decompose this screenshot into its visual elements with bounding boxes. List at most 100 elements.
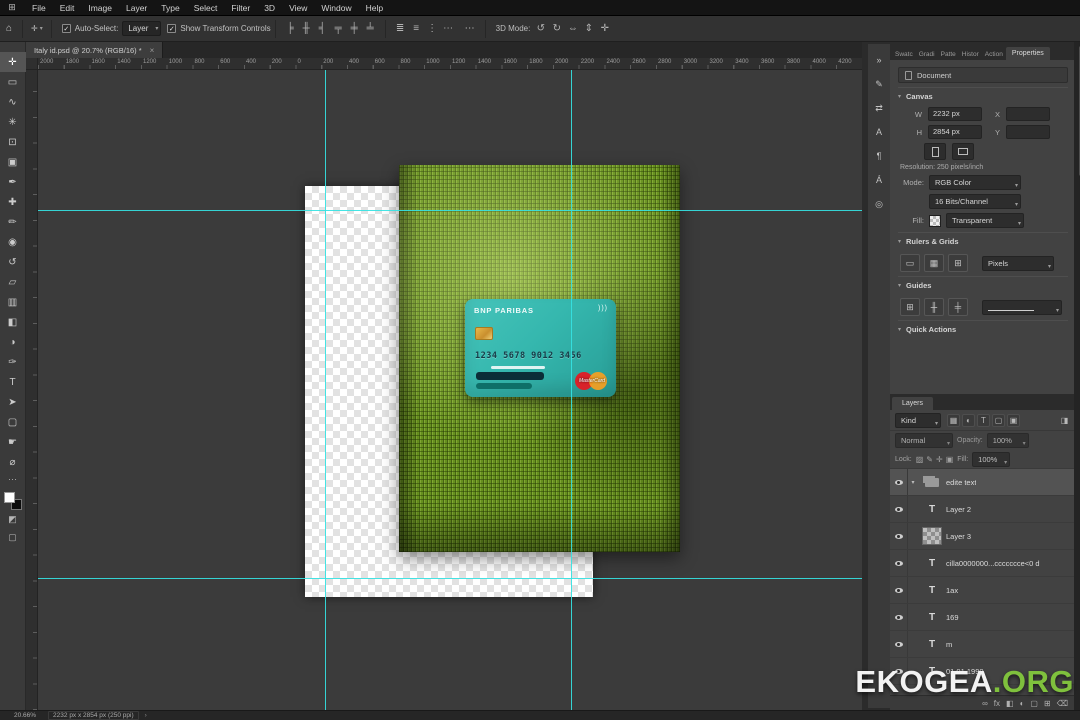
- x-field[interactable]: [1006, 107, 1050, 121]
- auto-select-dropdown[interactable]: Layer: [122, 21, 161, 36]
- frame-tool[interactable]: ▣: [0, 152, 26, 172]
- rectangle-tool[interactable]: ▢: [0, 412, 26, 432]
- opacity-dropdown[interactable]: 100%: [987, 433, 1029, 448]
- panel-tab[interactable]: Histor: [959, 49, 982, 60]
- guide-style-dropdown[interactable]: [982, 300, 1062, 315]
- filter-smart-objects-icon[interactable]: ▣: [1007, 414, 1020, 427]
- more-options-icon[interactable]: ⋯: [459, 23, 481, 34]
- align-bottom-icon[interactable]: ╧: [364, 23, 377, 34]
- layer-row[interactable]: cilla0000000...ccccccce<0 d: [890, 550, 1076, 577]
- landscape-orientation-button[interactable]: [952, 143, 974, 160]
- visibility-toggle[interactable]: [890, 577, 908, 603]
- filter-shape-layers-icon[interactable]: ▢: [992, 414, 1005, 427]
- guide-vertical-icon[interactable]: ╫: [924, 298, 944, 316]
- distribute-horizontal-icon[interactable]: ≡: [410, 23, 423, 34]
- vertical-guide[interactable]: [325, 70, 326, 710]
- tab-layers[interactable]: Layers: [892, 397, 933, 410]
- foreground-color-swatch[interactable]: [4, 492, 15, 503]
- distribute-spacing-h-icon[interactable]: ⋯: [442, 23, 455, 34]
- edit-toolbar-button[interactable]: ⋯: [0, 472, 26, 486]
- hand-tool[interactable]: ☛: [0, 432, 26, 452]
- panel-tab[interactable]: Action: [982, 49, 1006, 60]
- layer-row[interactable]: 169: [890, 604, 1076, 631]
- units-dropdown[interactable]: Pixels: [982, 256, 1054, 271]
- clone-source-icon[interactable]: ◎: [868, 194, 890, 214]
- menu-item[interactable]: File: [25, 0, 53, 16]
- align-left-icon[interactable]: ╞: [284, 23, 297, 34]
- panel-tab[interactable]: Swatc: [892, 49, 916, 60]
- visibility-toggle[interactable]: [890, 523, 908, 549]
- fill-dropdown[interactable]: Transparent: [946, 213, 1024, 228]
- layer-filter-kind-dropdown[interactable]: Kind: [895, 413, 941, 428]
- filter-adjustment-layers-icon[interactable]: ◐: [962, 414, 975, 427]
- rectangular-marquee-tool[interactable]: ▭: [0, 72, 26, 92]
- align-top-icon[interactable]: ╤: [332, 23, 345, 34]
- 3d-slide-icon[interactable]: ⇕: [582, 23, 595, 34]
- clone-stamp-tool[interactable]: ◉: [0, 232, 26, 252]
- visibility-toggle[interactable]: [890, 604, 908, 630]
- distribute-vertical-icon[interactable]: ≣: [394, 23, 407, 34]
- align-center-h-icon[interactable]: ╫: [300, 23, 313, 34]
- properties-context[interactable]: Document: [898, 67, 1068, 83]
- eraser-tool[interactable]: ▱: [0, 272, 26, 292]
- lock-all-icon[interactable]: ▣: [946, 455, 954, 464]
- color-swatches[interactable]: [4, 492, 22, 510]
- menu-item[interactable]: Filter: [224, 0, 257, 16]
- layer-row[interactable]: 1ax: [890, 577, 1076, 604]
- paragraph-panel-icon[interactable]: ¶: [868, 146, 890, 166]
- menu-item[interactable]: Type: [154, 0, 186, 16]
- menu-item[interactable]: Help: [359, 0, 390, 16]
- visibility-toggle[interactable]: [890, 631, 908, 657]
- auto-select-checkbox[interactable]: [62, 24, 71, 33]
- path-selection-tool[interactable]: ➤: [0, 392, 26, 412]
- crop-tool[interactable]: ⊡: [0, 132, 26, 152]
- vertical-guide[interactable]: [571, 70, 572, 710]
- horizontal-guide[interactable]: [38, 210, 862, 211]
- blend-mode-dropdown[interactable]: Normal: [895, 433, 953, 448]
- layer-row[interactable]: Layer 2: [890, 496, 1076, 523]
- menu-item[interactable]: Select: [187, 0, 225, 16]
- guide-horizontal-icon[interactable]: ╪: [948, 298, 968, 316]
- color-mode-dropdown[interactable]: RGB Color: [929, 175, 1021, 190]
- panel-tab[interactable]: Gradi: [916, 49, 938, 60]
- bit-depth-dropdown[interactable]: 16 Bits/Channel: [929, 194, 1021, 209]
- canvas-area[interactable]: BNP PARIBAS ))) 1234 5678 9012 3456 Mast…: [38, 70, 862, 710]
- dodge-tool[interactable]: ◑: [0, 332, 26, 352]
- glyphs-panel-icon[interactable]: Á: [868, 170, 890, 190]
- 3d-drag-icon[interactable]: ⇔: [566, 23, 579, 34]
- quick-actions-section-header[interactable]: Quick Actions: [898, 320, 1068, 337]
- toggle-rulers-icon[interactable]: ▭: [900, 254, 920, 272]
- history-brush-tool[interactable]: ↺: [0, 252, 26, 272]
- brush-tool[interactable]: ✏: [0, 212, 26, 232]
- y-field[interactable]: [1006, 125, 1050, 139]
- zoom-level[interactable]: 20.66%: [14, 712, 36, 719]
- toggle-snap-icon[interactable]: ⊞: [948, 254, 968, 272]
- close-icon[interactable]: ×: [150, 46, 155, 55]
- menu-item[interactable]: 3D: [257, 0, 282, 16]
- distribute-spacing-v-icon[interactable]: ⋮: [426, 23, 439, 34]
- canvas-section-header[interactable]: Canvas: [898, 87, 1068, 104]
- screen-mode-button[interactable]: ▢: [8, 528, 17, 546]
- lock-position-icon[interactable]: ✛: [936, 455, 943, 464]
- horizontal-ruler[interactable]: 2000180016001400120010008006004002000200…: [38, 58, 862, 70]
- panel-tab[interactable]: Properties: [1006, 47, 1050, 60]
- pen-tool[interactable]: ✑: [0, 352, 26, 372]
- lock-pixels-icon[interactable]: ✎: [926, 455, 933, 464]
- menu-item[interactable]: View: [282, 0, 314, 16]
- new-guide-layout-icon[interactable]: ⊞: [900, 298, 920, 316]
- width-field[interactable]: 2232 px: [928, 107, 982, 121]
- filter-toggle-icon[interactable]: ◨: [1058, 414, 1071, 427]
- magic-wand-tool[interactable]: ✳: [0, 112, 26, 132]
- height-field[interactable]: 2854 px: [928, 125, 982, 139]
- libraries-icon[interactable]: ⇄: [868, 98, 890, 118]
- layer-row[interactable]: m: [890, 631, 1076, 658]
- ruler-origin-corner[interactable]: [26, 58, 38, 70]
- toggle-grid-icon[interactable]: ▦: [924, 254, 944, 272]
- lasso-tool[interactable]: ∿: [0, 92, 26, 112]
- layer-fill-dropdown[interactable]: 100%: [972, 452, 1010, 467]
- guides-section-header[interactable]: Guides: [898, 276, 1068, 293]
- 3d-rotate-icon[interactable]: ↺: [534, 23, 547, 34]
- panel-scrollbar[interactable]: [1074, 42, 1080, 710]
- quick-mask-button[interactable]: ◩: [8, 510, 17, 528]
- layer-row[interactable]: edite text: [890, 469, 1076, 496]
